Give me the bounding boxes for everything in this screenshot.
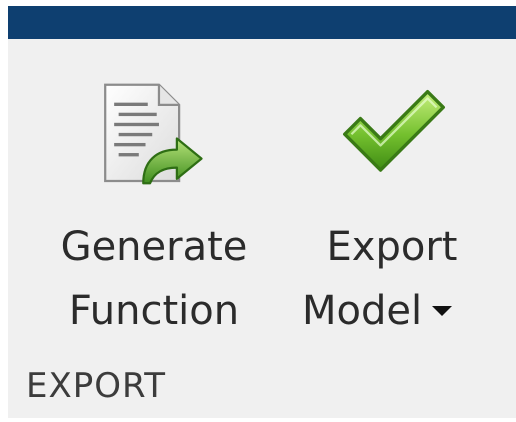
section-label: EXPORT — [26, 366, 166, 406]
export-model-label-line2-row: Model — [302, 288, 502, 334]
export-model-label-line1: Export — [326, 224, 458, 270]
generate-function-button[interactable]: Generate Function — [44, 66, 264, 346]
generate-function-label-line2: Function — [68, 288, 240, 334]
generate-function-label-line1: Generate — [60, 224, 248, 270]
toolstrip-header-bar — [8, 6, 516, 39]
checkmark-icon — [338, 76, 450, 188]
export-model-label-line2: Model — [302, 288, 423, 334]
export-model-button[interactable]: Export Model — [292, 66, 492, 346]
generate-function-icon — [94, 78, 206, 190]
dropdown-arrow-icon[interactable] — [432, 306, 453, 316]
export-toolstrip-panel: Generate Function Export Model EXPORT — [8, 6, 516, 418]
